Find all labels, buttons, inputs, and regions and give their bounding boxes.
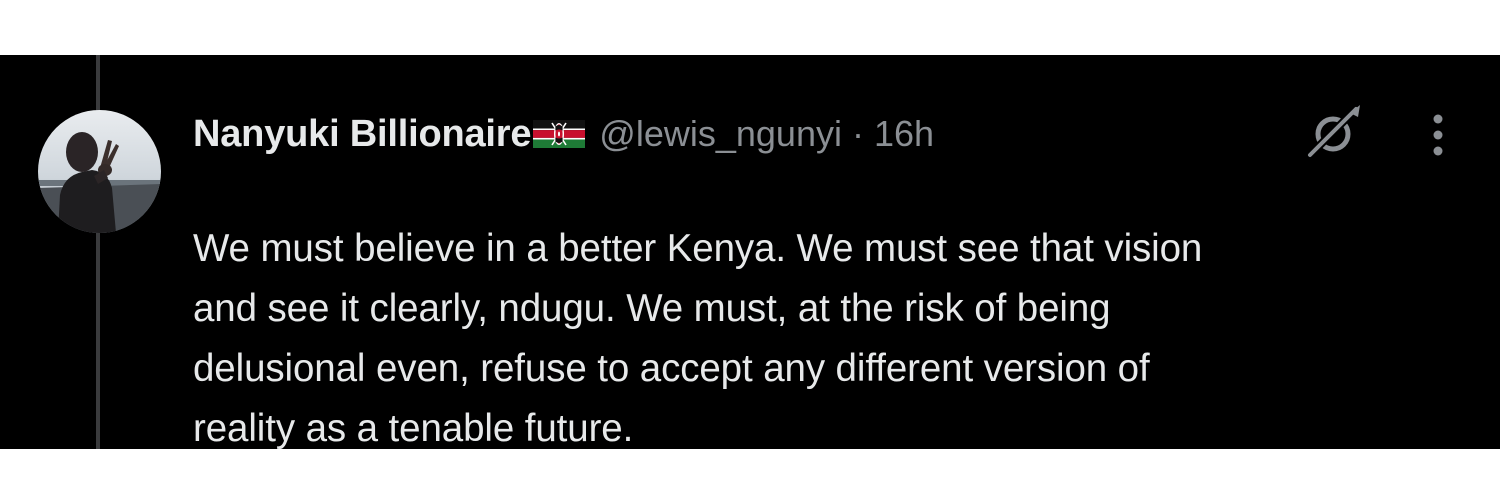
tweet-card[interactable]: Nanyuki Billionaire @lewis_ngunyi · 16h … bbox=[0, 55, 1500, 450]
more-options-icon[interactable] bbox=[1418, 113, 1458, 157]
screenshot-frame: Nanyuki Billionaire @lewis_ngunyi · 16h … bbox=[0, 0, 1500, 500]
avatar[interactable] bbox=[38, 110, 161, 233]
tweet-timestamp[interactable]: 16h bbox=[874, 113, 934, 155]
tweet-header: Nanyuki Billionaire @lewis_ngunyi · 16h bbox=[193, 111, 934, 157]
avatar-image bbox=[38, 110, 161, 233]
header-separator: · bbox=[851, 113, 864, 154]
tweet-text-line: and see it clearly, ndugu. We must, at t… bbox=[193, 287, 1111, 330]
tweet-text-line: reality as a tenable future. bbox=[193, 407, 634, 450]
author-name[interactable]: Nanyuki Billionaire bbox=[193, 113, 531, 156]
tweet-text-line: We must believe in a better Kenya. We mu… bbox=[193, 227, 1203, 270]
grok-icon[interactable] bbox=[1300, 101, 1366, 163]
tweet-text-line: delusional even, refuse to accept any di… bbox=[193, 347, 1150, 390]
author-handle[interactable]: @lewis_ngunyi bbox=[599, 113, 842, 155]
kenya-flag-icon bbox=[533, 120, 586, 148]
tweet-text: We must believe in a better Kenya. We mu… bbox=[193, 219, 1423, 459]
thread-line-bottom bbox=[96, 229, 100, 449]
thread-line-top bbox=[96, 55, 100, 111]
